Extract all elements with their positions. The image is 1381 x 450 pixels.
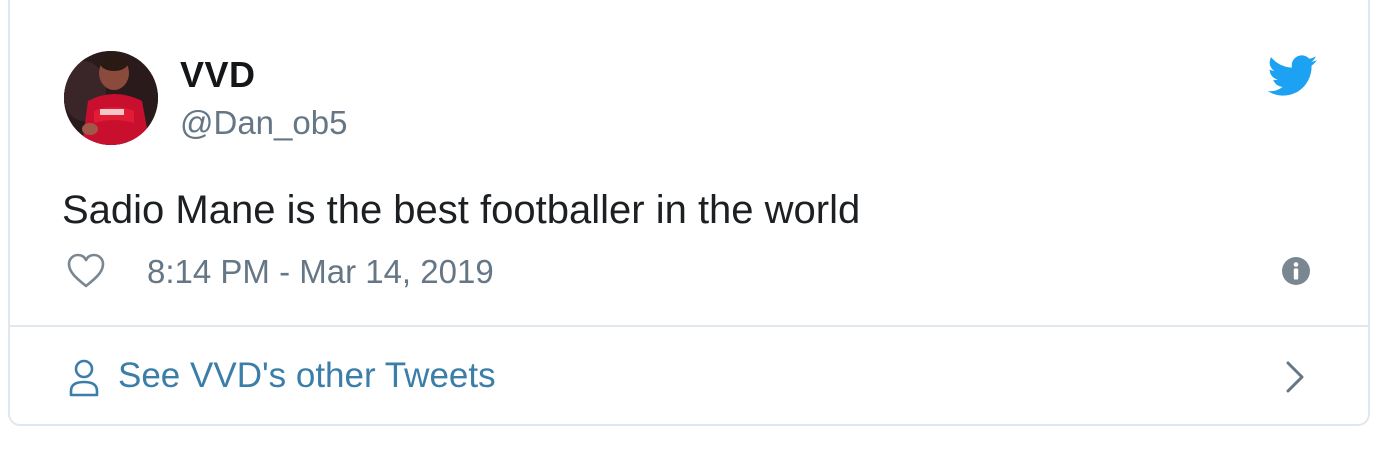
person-icon (68, 358, 100, 398)
twitter-bird-icon[interactable] (1267, 55, 1318, 97)
info-icon[interactable] (1280, 255, 1312, 287)
chevron-right-icon (1284, 359, 1306, 395)
tweet-card: VVD @Dan_ob5 Sadio Mane is the best foot… (8, 0, 1370, 426)
heart-icon[interactable] (66, 252, 106, 290)
tweet-timestamp[interactable]: 8:14 PM - Mar 14, 2019 (147, 252, 494, 292)
avatar-photo (64, 51, 158, 145)
see-other-tweets-link[interactable]: See VVD's other Tweets (10, 327, 1368, 424)
see-other-tweets-label: See VVD's other Tweets (118, 356, 496, 395)
author-handle[interactable]: @Dan_ob5 (180, 103, 347, 143)
author-display-name[interactable]: VVD (180, 54, 256, 96)
author-avatar[interactable] (64, 51, 158, 145)
tweet-text: Sadio Mane is the best footballer in the… (62, 188, 861, 232)
